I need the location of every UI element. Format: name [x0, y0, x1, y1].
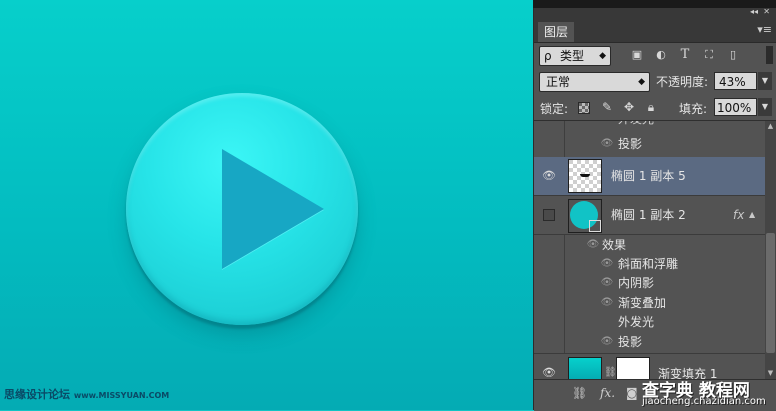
filter-kind-label: 类型	[560, 49, 585, 63]
layer-row[interactable]: 椭圆 1 副本 2 fx ▲	[534, 196, 766, 235]
effect-drop-shadow[interactable]: 投影	[618, 332, 642, 352]
lock-label: 锁定:	[540, 102, 569, 116]
effect-drop-shadow[interactable]: 投影	[618, 134, 642, 154]
tab-layers[interactable]: 图层	[538, 22, 575, 42]
watermark-right: 查字典 教程网 jiaocheng.chazidian.com	[640, 376, 776, 410]
fx-badge[interactable]: fx	[733, 205, 744, 225]
layer-name[interactable]: 椭圆 1 副本 5	[611, 166, 686, 186]
play-button-circle	[126, 93, 358, 325]
effects-visibility-eye-icon[interactable]: 👁︎	[586, 240, 600, 250]
scroll-thumb[interactable]	[766, 233, 775, 353]
filter-row: ρ 类型 ◆ ▣ ◐ T ⛶ ▯	[534, 42, 776, 68]
search-icon: ρ	[544, 49, 552, 63]
dropdown-arrow-icon: ◆	[638, 77, 645, 87]
watermark-left-title: 思缘设计论坛	[4, 388, 70, 401]
gradient-thumbnail	[568, 357, 602, 379]
effect-visibility-eye-icon[interactable]: 👁︎	[600, 259, 614, 269]
scroll-up-icon[interactable]: ▲	[765, 121, 776, 132]
collapse-icon[interactable]: ◂◂	[750, 7, 758, 16]
opacity-dropdown-icon[interactable]: ▼	[758, 72, 772, 90]
blend-mode-select[interactable]: 正常 ◆	[539, 72, 650, 92]
watermark-left: 思缘设计论坛 www.MISSYUAN.COM	[4, 386, 169, 402]
link-chain-icon[interactable]: ⛓	[604, 367, 617, 378]
layers-panel: ◂◂ ✕ 图层 ▾≡ ρ 类型 ◆ ▣ ◐ T ⛶ ▯ 正常 ◆ 不透明度: 4…	[533, 7, 776, 411]
layer-list: 外发光 👁︎ 投影 👁︎ 椭圆 1 副本 5 椭圆 1 副本 2 fx ▲ 👁︎…	[534, 121, 766, 379]
lock-transparent-pixels-icon[interactable]	[578, 102, 590, 114]
layer-row-selected[interactable]: 👁︎ 椭圆 1 副本 5	[534, 157, 766, 196]
effect-visibility-eye-icon[interactable]: 👁︎	[600, 139, 614, 149]
filter-kind-select[interactable]: ρ 类型 ◆	[539, 46, 611, 66]
document-canvas[interactable]	[0, 0, 533, 410]
layer-visibility-eye-icon[interactable]: 👁︎	[542, 367, 556, 378]
effect-inner-shadow[interactable]: 内阴影	[618, 273, 654, 293]
lock-all-icon[interactable]: 🔒︎	[643, 99, 659, 115]
opacity-label: 不透明度:	[656, 75, 709, 89]
fill-label: 填充:	[679, 102, 708, 116]
layer-visibility-eye-icon[interactable]: 👁︎	[542, 170, 556, 181]
link-layers-icon[interactable]: ⛓	[572, 386, 587, 400]
layer-name[interactable]: 椭圆 1 副本 2	[611, 205, 686, 225]
effect-bevel-emboss[interactable]: 斜面和浮雕	[618, 254, 678, 274]
brush-lock-icon[interactable]: ✎	[599, 99, 615, 115]
play-icon	[222, 149, 324, 269]
image-filter-icon[interactable]: ▣	[629, 47, 645, 63]
shape-mark-icon	[580, 174, 590, 177]
effect-visibility-eye-icon[interactable]: 👁︎	[600, 337, 614, 347]
panel-header: ◂◂ ✕	[534, 7, 776, 20]
shape-filter-icon[interactable]: ⛶	[701, 47, 717, 63]
fill-dropdown-icon[interactable]: ▼	[758, 98, 772, 116]
layer-visibility-empty-checkbox[interactable]	[543, 209, 555, 221]
layer-thumbnail	[568, 159, 602, 193]
effect-visibility-eye-icon[interactable]: 👁︎	[600, 278, 614, 288]
adjustment-filter-icon[interactable]: ◐	[653, 47, 669, 63]
type-filter-icon[interactable]: T	[677, 47, 693, 63]
eye-column	[534, 121, 565, 157]
add-mask-icon[interactable]: ◙	[626, 386, 638, 400]
vector-mask-badge-icon	[589, 220, 601, 232]
effect-outer-glow[interactable]: 外发光	[618, 312, 654, 332]
effect-outer-glow-partial: 外发光	[618, 121, 654, 129]
expand-effects-icon[interactable]: ▲	[749, 210, 755, 219]
move-lock-icon[interactable]: ✥	[621, 99, 637, 115]
watermark-left-site: www.MISSYUAN.COM	[73, 391, 170, 400]
effects-header[interactable]: 效果	[602, 235, 626, 255]
panel-menu-icon[interactable]: ▾≡	[757, 23, 772, 36]
layer-thumbnail	[568, 199, 602, 233]
panel-dock-top	[533, 0, 776, 8]
panel-tab-bar: 图层 ▾≡	[534, 20, 776, 43]
smart-object-filter-icon[interactable]: ▯	[725, 47, 741, 63]
fill-input[interactable]: 100%	[714, 98, 757, 116]
layer-list-scrollbar[interactable]: ▲ ▼	[765, 121, 776, 379]
watermark-right-url: jiaocheng.chazidian.com	[642, 396, 766, 407]
blend-mode-value: 正常	[546, 75, 571, 89]
close-panel-icon[interactable]: ✕	[763, 7, 770, 16]
opacity-input[interactable]: 43%	[714, 72, 757, 90]
blend-row: 正常 ◆ 不透明度: 43% ▼	[534, 68, 776, 94]
add-layer-style-icon[interactable]: fx.	[600, 386, 615, 400]
eye-column	[534, 235, 565, 353]
effect-visibility-eye-icon[interactable]: 👁︎	[600, 298, 614, 308]
effect-gradient-overlay[interactable]: 渐变叠加	[618, 293, 666, 313]
lock-row: 锁定: ✎ ✥ 🔒︎ 填充: 100% ▼	[534, 94, 776, 121]
filter-toggle-switch[interactable]	[766, 46, 773, 64]
dropdown-arrow-icon: ◆	[599, 51, 606, 61]
